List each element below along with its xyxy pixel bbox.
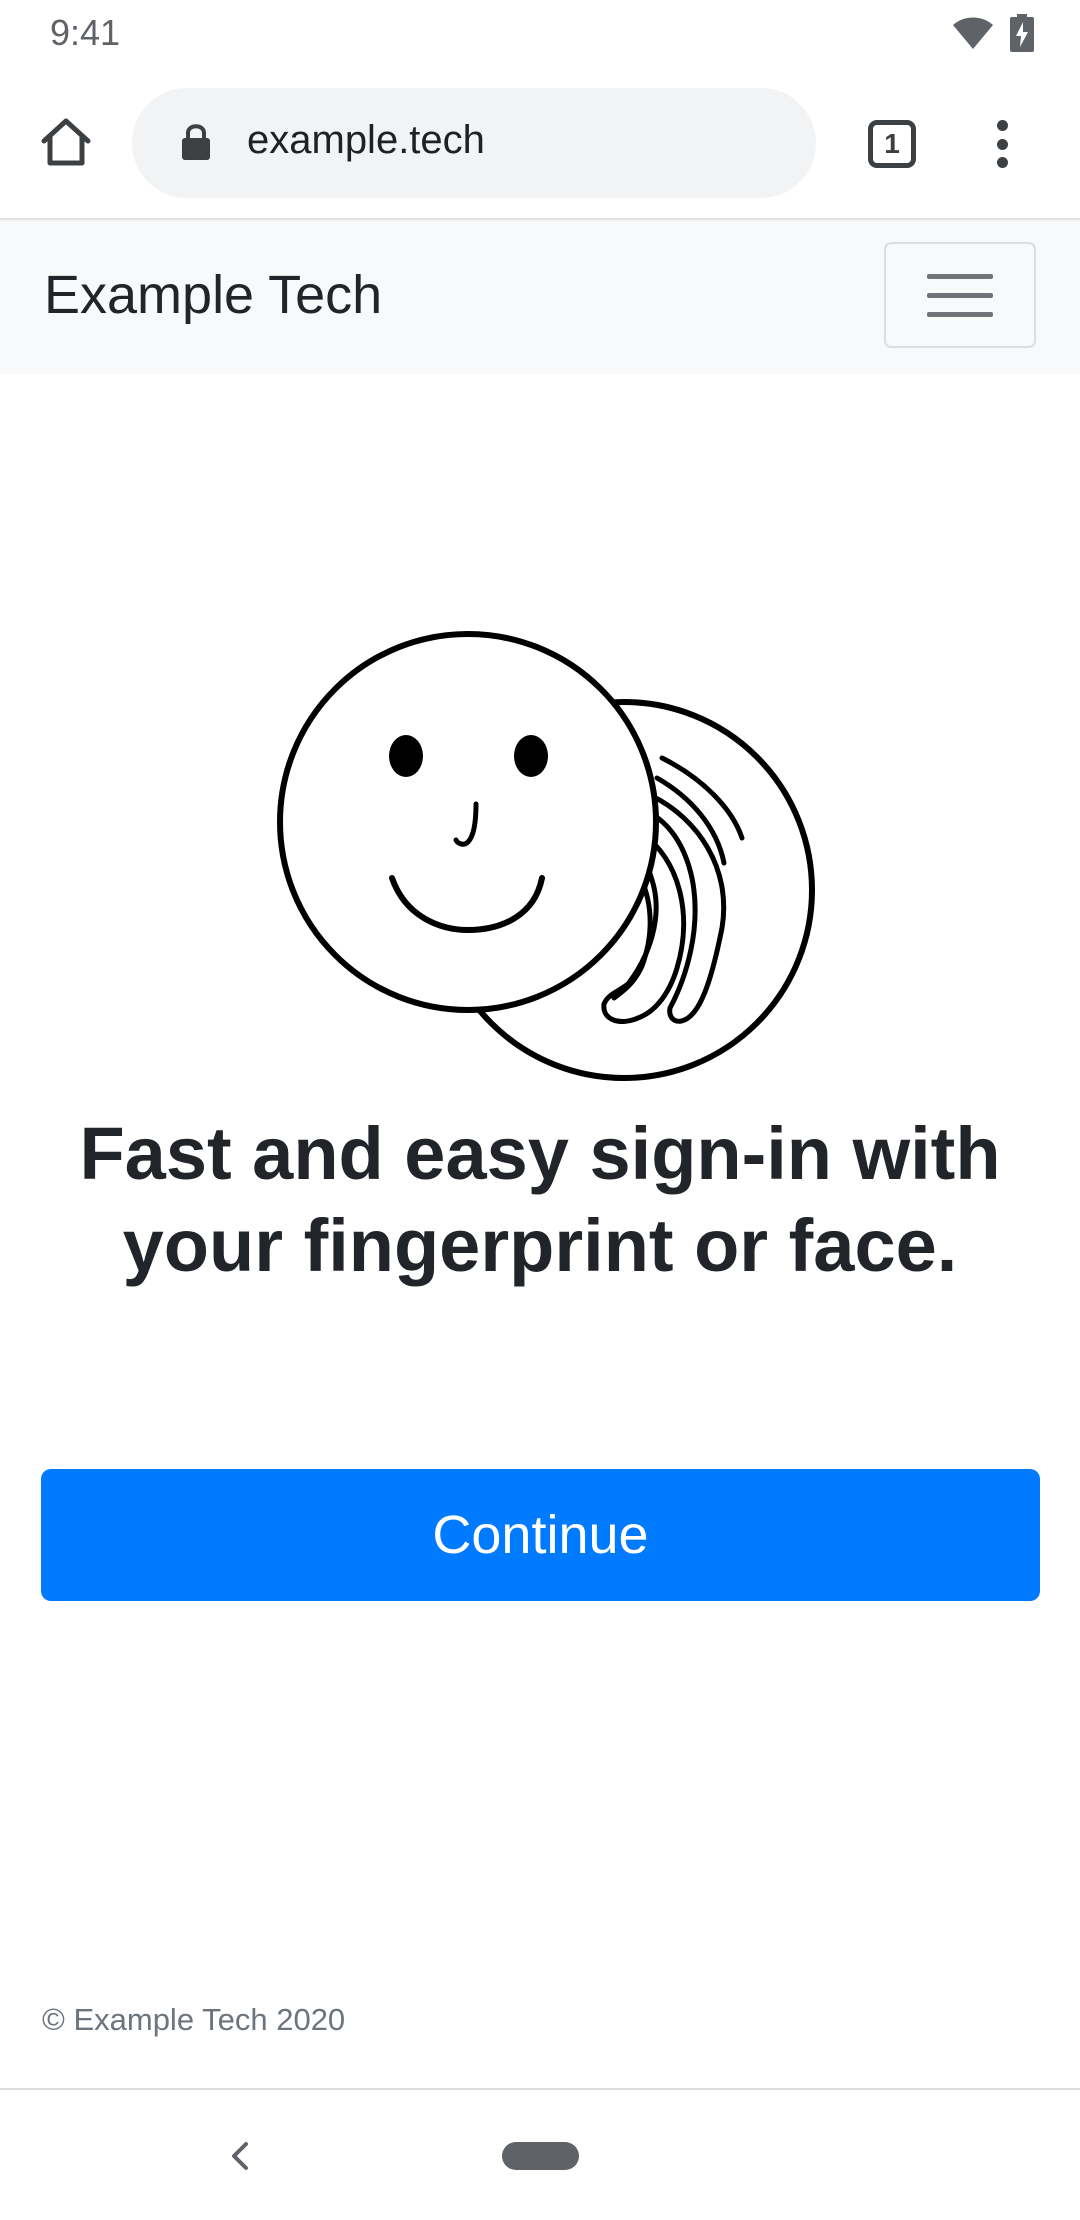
url-text: example.tech — [247, 118, 485, 162]
status-icons — [952, 14, 1034, 52]
system-navigation-bar — [0, 2090, 1080, 2220]
status-time: 9:41 — [50, 12, 121, 53]
page-headline: Fast and easy sign-in with your fingerpr… — [40, 1108, 1040, 1292]
home-pill-icon[interactable] — [502, 2142, 579, 2170]
address-bar[interactable]: example.tech — [132, 88, 816, 198]
hamburger-menu-icon — [927, 273, 993, 279]
brand-link[interactable]: Example Tech — [44, 264, 382, 326]
headline-line-2: your fingerprint or face. — [122, 1204, 958, 1287]
more-options-button[interactable] — [980, 116, 1024, 172]
battery-charging-icon — [1010, 14, 1034, 52]
browser-toolbar: example.tech 1 — [0, 68, 1080, 220]
status-bar: 9:41 — [0, 0, 1080, 68]
tab-switcher-button[interactable]: 1 — [864, 116, 920, 172]
navbar-toggle-button[interactable] — [884, 242, 1036, 348]
face-circle — [277, 631, 659, 1013]
home-icon — [41, 118, 91, 166]
footer-copyright: © Example Tech 2020 — [42, 2002, 346, 2037]
continue-button[interactable]: Continue — [41, 1469, 1040, 1601]
site-navbar: Example Tech — [0, 222, 1080, 374]
lock-icon — [182, 124, 210, 160]
wifi-icon — [953, 17, 993, 49]
tab-switcher-icon: 1 — [868, 120, 916, 168]
face-fingerprint-icon — [277, 631, 815, 1081]
home-button[interactable] — [36, 112, 96, 172]
right-eye — [514, 735, 548, 777]
headline-line-1: Fast and easy sign-in with — [79, 1112, 1001, 1195]
back-chevron-icon[interactable] — [222, 2138, 258, 2174]
left-eye — [389, 735, 423, 777]
more-vert-icon — [996, 120, 1008, 131]
